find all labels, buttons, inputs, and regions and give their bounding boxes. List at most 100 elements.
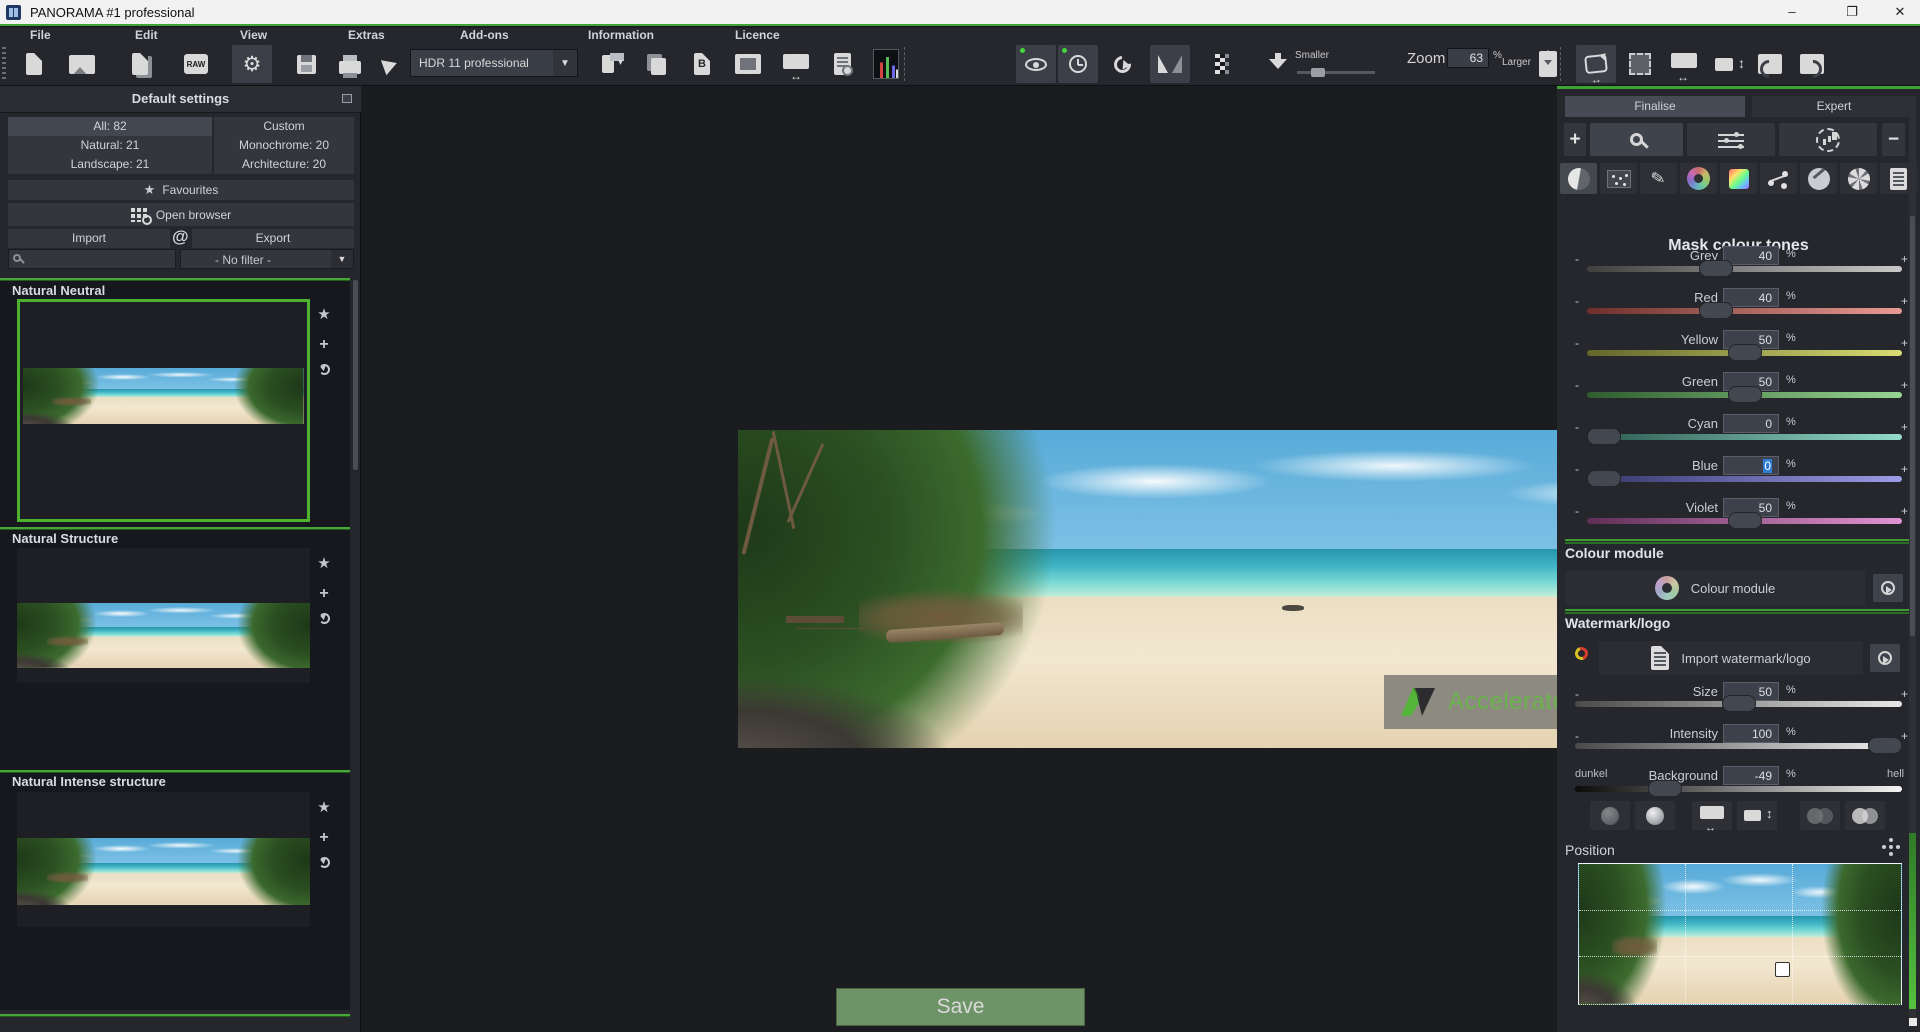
- save-button[interactable]: Save: [836, 988, 1085, 1026]
- chevron-down-icon[interactable]: ▼: [331, 250, 353, 268]
- preset-item[interactable]: [17, 548, 310, 683]
- overlap-circles-dim-button[interactable]: [1800, 801, 1840, 830]
- soft-sphere-button[interactable]: [1635, 801, 1675, 830]
- slider-thumb[interactable]: [1699, 302, 1733, 319]
- slider-minus[interactable]: -: [1575, 420, 1579, 434]
- open-image-button[interactable]: [62, 45, 102, 83]
- category-monochrome[interactable]: Monochrome: 20: [214, 136, 354, 155]
- preset-item[interactable]: [17, 299, 310, 522]
- export-share-button[interactable]: [374, 45, 414, 83]
- watermark-position-marker[interactable]: [1775, 962, 1790, 977]
- image-b-button[interactable]: B: [682, 45, 722, 83]
- import-button[interactable]: Import: [8, 229, 170, 248]
- slider-track-size[interactable]: [1575, 701, 1902, 707]
- slider-minus[interactable]: -: [1575, 462, 1579, 476]
- menu-file[interactable]: File: [30, 28, 51, 42]
- crop-window-button[interactable]: [728, 45, 768, 83]
- slider-thumb[interactable]: [1587, 470, 1621, 487]
- batch-processing-button[interactable]: [588, 45, 628, 83]
- auto-settings-button[interactable]: [1779, 123, 1877, 156]
- slider-track-violet[interactable]: [1587, 518, 1902, 524]
- menu-information[interactable]: Information: [588, 28, 654, 42]
- add-preset-button[interactable]: +: [1564, 123, 1586, 156]
- slider-track-intensity[interactable]: [1575, 743, 1902, 749]
- category-all[interactable]: All: 82: [8, 117, 212, 136]
- new-document-button[interactable]: [14, 45, 54, 83]
- favourite-star-icon[interactable]: ★: [313, 554, 335, 573]
- preset-item[interactable]: [17, 792, 310, 927]
- slider-track-grey[interactable]: [1587, 266, 1902, 272]
- height-resize-button[interactable]: [1708, 45, 1748, 83]
- node-graph-button[interactable]: [1760, 163, 1797, 194]
- grain-noise-button[interactable]: [1600, 163, 1637, 194]
- aperture-button[interactable]: [1840, 163, 1877, 194]
- preview-eye-button[interactable]: [1016, 45, 1056, 83]
- slider-thumb[interactable]: [1699, 260, 1733, 277]
- search-tool-button[interactable]: [1590, 123, 1683, 156]
- slider-minus[interactable]: -: [1575, 729, 1579, 743]
- slider-value-red[interactable]: 40: [1723, 288, 1779, 307]
- maximize-button[interactable]: ❐: [1832, 0, 1872, 24]
- settings-gear-button[interactable]: ⚙: [232, 45, 272, 83]
- colour-cube-button[interactable]: [1720, 163, 1757, 194]
- category-architecture[interactable]: Architecture: 20: [214, 155, 354, 174]
- transform-rotate-button[interactable]: [1576, 45, 1616, 83]
- zoom-value-field[interactable]: 63: [1447, 48, 1489, 68]
- print-button[interactable]: [330, 45, 370, 83]
- slider-plus[interactable]: +: [1901, 252, 1908, 266]
- adjustments-button[interactable]: [1687, 123, 1775, 156]
- slider-thumb[interactable]: [1728, 344, 1762, 361]
- slider-value-grey[interactable]: 40: [1723, 246, 1779, 265]
- slider-minus[interactable]: -: [1575, 336, 1579, 350]
- zoom-slider-thumb[interactable]: [1311, 68, 1325, 77]
- slider-thumb[interactable]: [1648, 780, 1682, 797]
- slider-plus[interactable]: +: [1901, 336, 1908, 350]
- slider-plus[interactable]: +: [1901, 378, 1908, 392]
- slider-thumb[interactable]: [1587, 428, 1621, 445]
- slider-thumb[interactable]: [1728, 386, 1762, 403]
- flip-horizontal-button[interactable]: [1150, 45, 1190, 83]
- copy-document-button[interactable]: [120, 45, 160, 83]
- slider-plus[interactable]: +: [1901, 687, 1908, 701]
- rotate-stack-button[interactable]: [636, 45, 676, 83]
- stretch-width-button[interactable]: [1692, 801, 1732, 830]
- zoom-stepper-button[interactable]: [1528, 45, 1568, 83]
- add-preset-icon[interactable]: +: [313, 585, 335, 603]
- favourite-star-icon[interactable]: ★: [313, 798, 335, 817]
- colour-module-reveal-button[interactable]: [1873, 574, 1903, 602]
- contrast-sphere-button[interactable]: [1560, 163, 1597, 194]
- page-curl-left-button[interactable]: [1750, 45, 1790, 83]
- slider-plus[interactable]: +: [1901, 462, 1908, 476]
- panorama-width-button[interactable]: [776, 45, 816, 83]
- open-browser-button[interactable]: Open browser: [8, 203, 354, 226]
- tab-expert[interactable]: Expert: [1752, 96, 1916, 117]
- category-natural[interactable]: Natural: 21: [8, 136, 212, 155]
- menu-addons[interactable]: Add-ons: [460, 28, 509, 42]
- export-button[interactable]: Export: [192, 229, 354, 248]
- preview-search-button[interactable]: [822, 45, 862, 83]
- slider-value-intensity[interactable]: 100: [1723, 724, 1779, 743]
- raw-import-button[interactable]: RAW: [176, 45, 216, 83]
- slider-plus[interactable]: +: [1901, 504, 1908, 518]
- toolbar-drag-handle[interactable]: [2, 47, 6, 81]
- slider-minus[interactable]: -: [1575, 294, 1579, 308]
- panel-pin-icon[interactable]: [342, 94, 352, 103]
- slider-minus[interactable]: -: [1575, 504, 1579, 518]
- history-clock-button[interactable]: [1058, 45, 1098, 83]
- histogram-button[interactable]: [866, 45, 906, 83]
- slider-minus[interactable]: -: [1575, 378, 1579, 392]
- slider-minus[interactable]: -: [1575, 687, 1579, 701]
- close-button[interactable]: ✕: [1880, 0, 1920, 24]
- menu-extras[interactable]: Extras: [348, 28, 385, 42]
- slider-track-yellow[interactable]: [1587, 350, 1902, 356]
- transparency-checker-button[interactable]: [1202, 45, 1242, 83]
- slider-value-background[interactable]: -49: [1723, 766, 1779, 785]
- slider-plus[interactable]: +: [1901, 729, 1908, 743]
- menu-licence[interactable]: Licence: [735, 28, 780, 42]
- slider-minus[interactable]: -: [1575, 252, 1579, 266]
- soft-sphere-dim-button[interactable]: [1590, 801, 1630, 830]
- slider-value-cyan[interactable]: 0: [1723, 414, 1779, 433]
- refresh-watermark-icon[interactable]: [1573, 645, 1590, 662]
- preset-search-input[interactable]: [8, 249, 176, 269]
- page-curl-right-button[interactable]: [1792, 45, 1832, 83]
